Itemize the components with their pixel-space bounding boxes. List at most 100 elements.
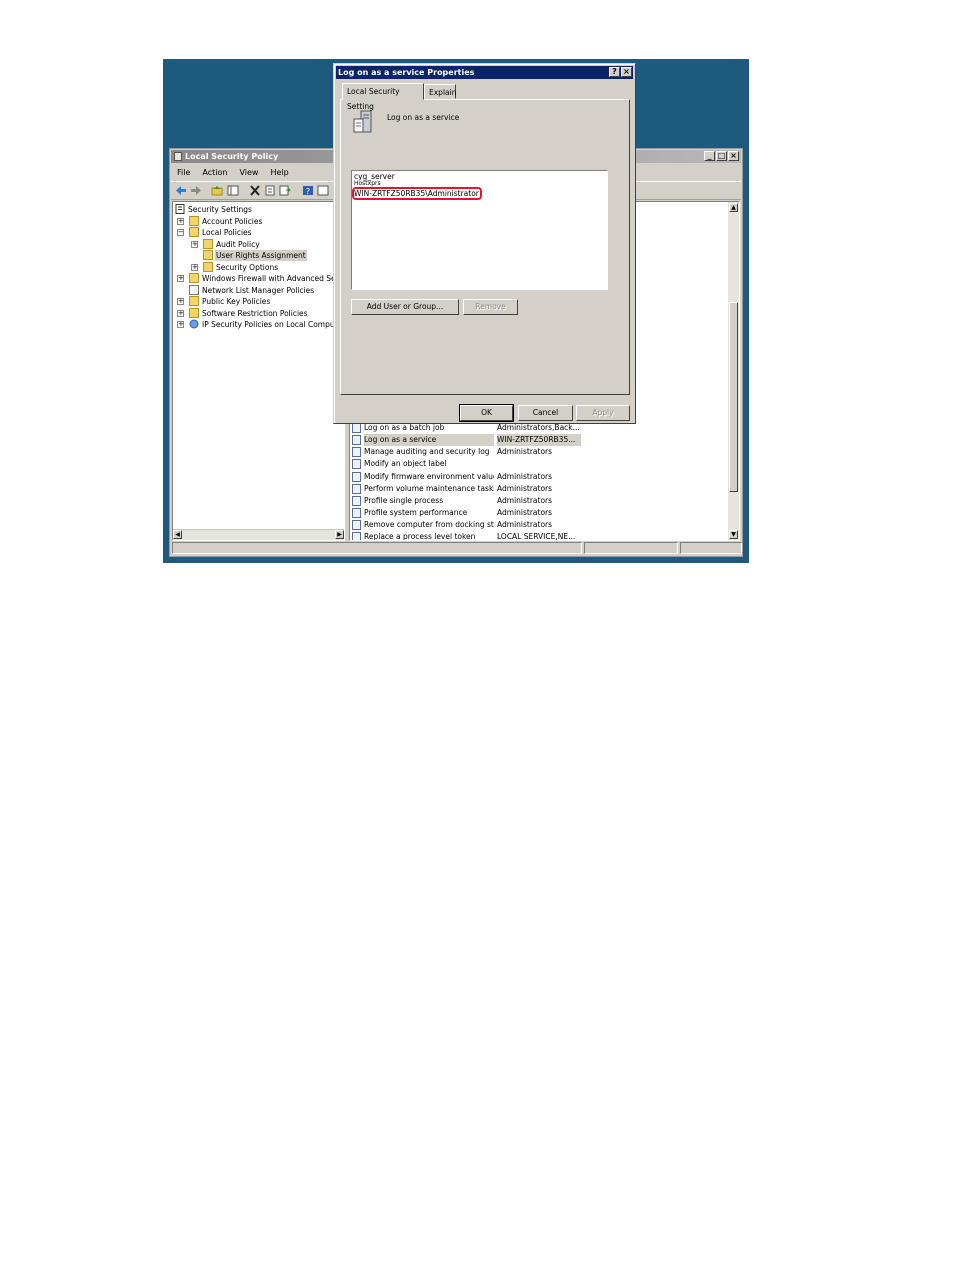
status-panel: [172, 542, 582, 554]
expand-toggle[interactable]: +: [177, 275, 184, 282]
policy-name: Manage auditing and security log: [364, 447, 490, 456]
folder-open-icon: [203, 250, 213, 260]
properties-icon[interactable]: [264, 185, 276, 196]
policy-setting: Administrators: [497, 508, 553, 517]
security-settings-icon: [175, 204, 185, 214]
folder-icon: [189, 216, 199, 226]
tab-explain[interactable]: Explain: [424, 84, 456, 99]
properties-dialog: Log on as a service Properties ? × Local…: [333, 63, 636, 424]
policy-setting: Administrators: [497, 496, 553, 505]
tree-item-label: Network List Manager Policies: [202, 286, 315, 295]
tree-item-label: Local Policies: [202, 228, 252, 237]
scroll-up-icon[interactable]: ▲: [729, 203, 738, 212]
tab-panel: Log on as a service cyg_server Hostxprs …: [340, 99, 630, 395]
tree-horizontal-scrollbar[interactable]: ◀ ▶: [173, 529, 344, 540]
tree-item-label: User Rights Assignment: [215, 250, 307, 261]
scroll-down-icon[interactable]: ▼: [729, 530, 738, 539]
help-icon[interactable]: ?: [302, 185, 314, 196]
tree-item-label: Software Restriction Policies: [202, 309, 308, 318]
dialog-title: Log on as a service Properties: [338, 68, 475, 77]
policy-icon: [352, 447, 361, 457]
policy-setting: LOCAL SERVICE,NE...: [497, 532, 576, 541]
expand-toggle[interactable]: +: [177, 218, 184, 225]
expand-toggle[interactable]: +: [177, 298, 184, 305]
expand-toggle[interactable]: +: [191, 264, 198, 271]
policy-name: Modify firmware environment values: [364, 472, 494, 481]
app-icon: [174, 152, 182, 161]
tree-item-label: Security Settings: [188, 205, 252, 214]
status-panel: [584, 542, 678, 554]
view-icon[interactable]: [317, 185, 329, 196]
back-arrow-icon[interactable]: [175, 185, 187, 196]
status-bar: [172, 542, 742, 554]
tree-item-label: Account Policies: [202, 217, 263, 226]
tree-item-label: Audit Policy: [216, 240, 260, 249]
menu-file[interactable]: File: [171, 166, 196, 179]
expand-toggle[interactable]: +: [177, 310, 184, 317]
svg-text:?: ?: [306, 187, 310, 196]
menu-view[interactable]: View: [233, 166, 264, 179]
list-vertical-scrollbar[interactable]: ▲ ▼: [728, 202, 739, 540]
tree-item-label: Public Key Policies: [202, 297, 271, 306]
policy-name: Remove computer from docking st...: [364, 520, 494, 529]
cancel-button[interactable]: Cancel: [518, 405, 573, 421]
forward-arrow-icon[interactable]: [190, 185, 202, 196]
policy-name: Log on as a service: [364, 434, 494, 446]
maximize-button[interactable]: □: [716, 151, 727, 161]
help-button[interactable]: ?: [609, 67, 620, 77]
ok-button[interactable]: OK: [459, 404, 514, 422]
up-folder-icon[interactable]: [211, 185, 223, 196]
dialog-title-bar[interactable]: Log on as a service Properties ? ×: [336, 66, 633, 79]
policy-name: Profile single process: [364, 496, 444, 505]
close-button[interactable]: ×: [728, 151, 739, 161]
network-list-icon: [189, 285, 199, 295]
policy-icon: [352, 472, 361, 482]
policy-setting: WIN-ZRTFZ50RB35...: [497, 434, 581, 446]
policy-icon: [352, 532, 361, 540]
policy-setting: Administrators: [497, 447, 553, 456]
desktop: Local Security Policy _ □ × File Action …: [163, 59, 749, 563]
tab-local-security-setting[interactable]: Local Security Setting: [342, 83, 424, 111]
red-highlight-annotation: [352, 187, 482, 200]
add-user-or-group-button[interactable]: Add User or Group...: [351, 299, 459, 315]
policy-icon: [352, 423, 361, 433]
dialog-close-button[interactable]: ×: [621, 67, 632, 77]
collapse-toggle[interactable]: −: [177, 229, 184, 236]
scroll-right-icon[interactable]: ▶: [335, 530, 344, 539]
folder-icon: [189, 296, 199, 306]
policy-setting: Administrators: [497, 472, 553, 481]
policy-name: Replace a process level token: [364, 532, 476, 541]
show-hide-tree-icon[interactable]: [227, 185, 239, 196]
status-panel: [680, 542, 742, 554]
folder-open-icon: [189, 227, 199, 237]
export-list-icon[interactable]: [279, 185, 291, 196]
folder-icon: [189, 308, 199, 318]
apply-button[interactable]: Apply: [576, 405, 630, 421]
user-list-item[interactable]: Hostxprs: [354, 180, 381, 187]
menu-help[interactable]: Help: [264, 166, 294, 179]
policy-name-label: Log on as a service: [387, 113, 460, 122]
policy-icon: [352, 484, 361, 494]
menu-bar: File Action View Help: [171, 166, 295, 179]
remove-button[interactable]: Remove: [463, 299, 518, 315]
tree-item-label: Security Options: [216, 263, 279, 272]
firewall-icon: [189, 273, 199, 283]
policy-icon: [352, 496, 361, 506]
policy-setting: Administrators: [497, 520, 553, 529]
policy-name: Perform volume maintenance tasks: [364, 484, 494, 493]
folder-icon: [203, 262, 213, 272]
console-tree: Security Settings + Account Policies − L…: [172, 201, 345, 541]
expand-toggle[interactable]: +: [191, 241, 198, 248]
user-list[interactable]: cyg_server Hostxprs WIN-ZRTFZ50RB35\Admi…: [351, 170, 608, 290]
window-title: Local Security Policy: [185, 152, 279, 161]
tree-item-label: IP Security Policies on Local Computer: [202, 320, 345, 329]
policy-icon: [352, 435, 361, 445]
expand-toggle[interactable]: +: [177, 321, 184, 328]
scroll-left-icon[interactable]: ◀: [173, 530, 182, 539]
delete-icon[interactable]: [249, 185, 261, 196]
policy-setting: Administrators: [497, 484, 553, 493]
policy-icon: [352, 520, 361, 530]
scroll-thumb[interactable]: [729, 302, 738, 492]
minimize-button[interactable]: _: [704, 151, 715, 161]
menu-action[interactable]: Action: [196, 166, 233, 179]
